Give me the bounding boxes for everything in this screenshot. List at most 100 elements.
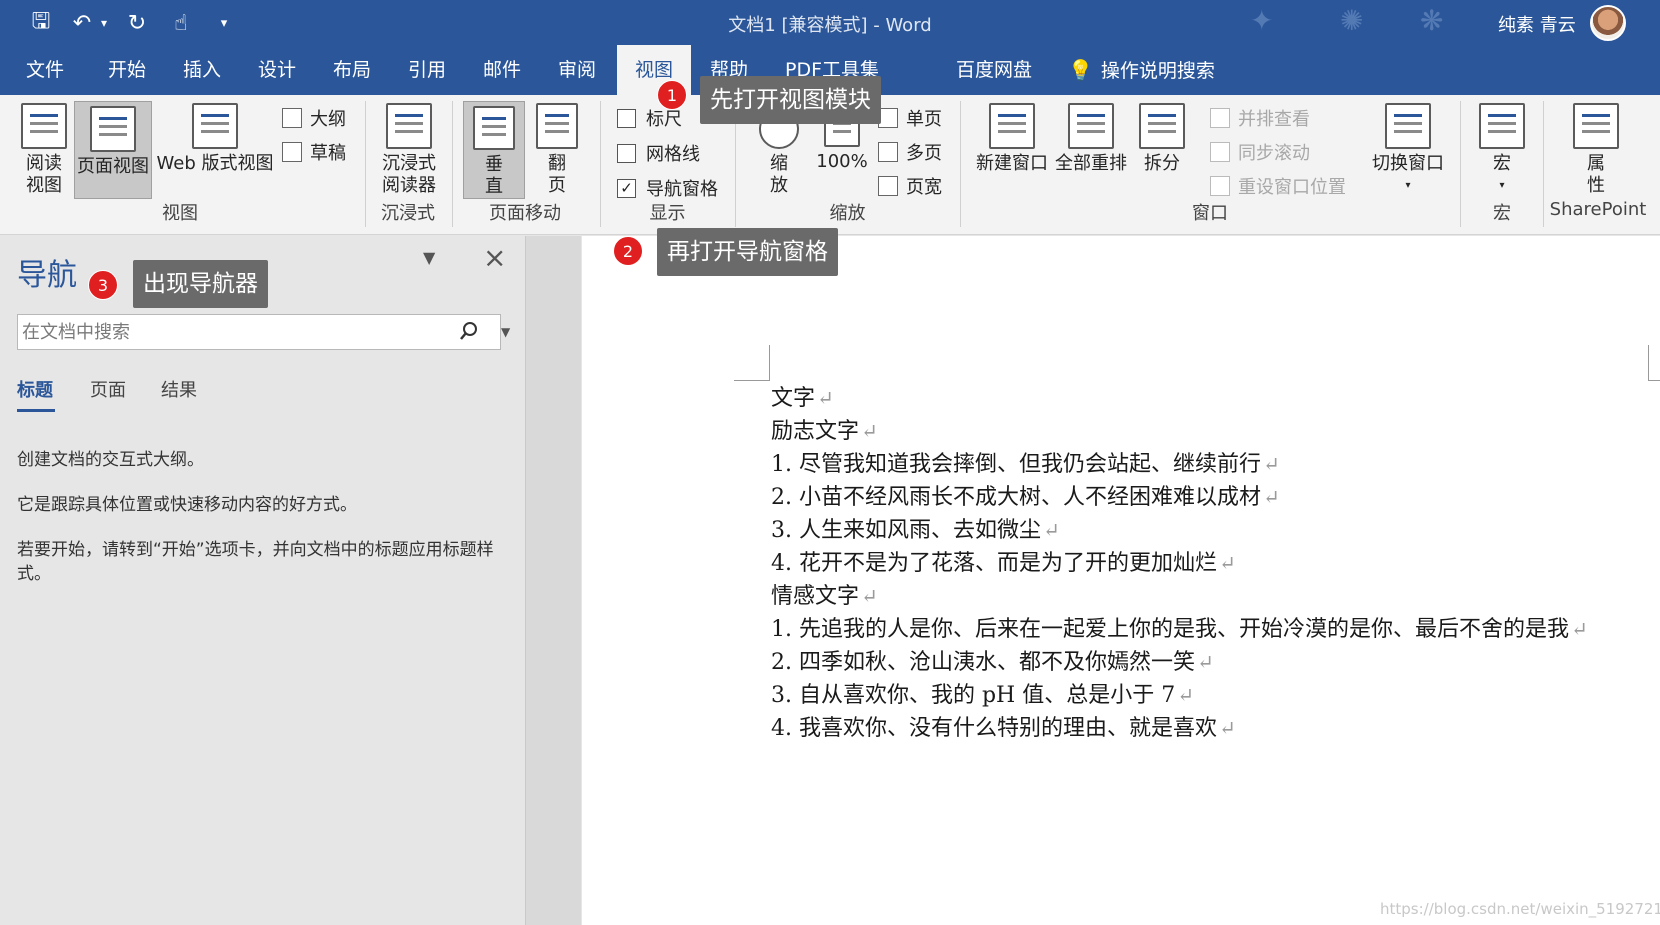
document-paragraph[interactable]: 4. 花开不是为了花落、而是为了开的更加灿烂 ↵ bbox=[771, 547, 1651, 580]
split-label: 拆分 bbox=[1144, 153, 1180, 174]
split-icon bbox=[1139, 103, 1185, 149]
web-layout-icon bbox=[192, 103, 238, 149]
page-width-button[interactable]: 页宽 bbox=[878, 173, 942, 199]
paragraph-text: 1. 先追我的人是你、后来在一起爱上你的是我、开始冷漠的是你、最后不舍的是我 bbox=[771, 617, 1569, 642]
document-paragraph[interactable]: 1. 先追我的人是你、后来在一起爱上你的是我、开始冷漠的是你、最后不舍的是我 ↵ bbox=[771, 613, 1651, 646]
document-paragraph[interactable]: 2. 小苗不经风雨长不成大树、人不经困难难以成材 ↵ bbox=[771, 481, 1651, 514]
switch-windows-button[interactable]: 切换窗口 ▾ bbox=[1365, 103, 1451, 197]
document-paragraph[interactable]: 1. 尽管我知道我会摔倒、但我仍会站起、继续前行 ↵ bbox=[771, 448, 1651, 481]
one-page-button[interactable]: 单页 bbox=[878, 105, 942, 131]
read-mode-label: 阅读 视图 bbox=[26, 153, 62, 196]
help-text-line: 它是跟踪具体位置或快速移动内容的好方式。 bbox=[17, 495, 357, 515]
tab-home[interactable]: 开始 bbox=[90, 45, 164, 95]
switch-windows-icon bbox=[1385, 103, 1431, 149]
sync-scroll-button[interactable]: 同步滚动 bbox=[1210, 139, 1310, 165]
page-width-label: 页宽 bbox=[906, 177, 942, 198]
web-layout-button[interactable]: Web 版式视图 bbox=[155, 103, 275, 175]
outline-button[interactable]: 大纲 bbox=[282, 105, 346, 131]
vertical-button[interactable]: 垂 直 bbox=[463, 101, 525, 199]
tab-results[interactable]: 结果 bbox=[161, 376, 197, 402]
vertical-scroll-icon bbox=[473, 106, 515, 150]
tab-references[interactable]: 引用 bbox=[390, 45, 464, 95]
paragraph-text: 4. 我喜欢你、没有什么特别的理由、就是喜欢 bbox=[771, 716, 1217, 741]
avatar[interactable] bbox=[1590, 5, 1626, 41]
immersive-reader-label: 沉浸式 阅读器 bbox=[382, 153, 436, 196]
document-paragraph[interactable]: 励志文字 ↵ bbox=[771, 415, 1651, 448]
side-to-side-icon bbox=[536, 103, 578, 149]
paragraph-text: 2. 四季如秋、沧山洟水、都不及你嫣然一笑 bbox=[771, 650, 1195, 675]
reset-window-position-icon bbox=[1210, 176, 1230, 196]
tab-baidu-netdisk[interactable]: 百度网盘 bbox=[938, 45, 1050, 95]
new-window-label: 新建窗口 bbox=[976, 153, 1048, 174]
document-search-input[interactable] bbox=[18, 315, 438, 349]
group-label-macros: 宏 bbox=[1493, 203, 1511, 224]
reset-window-position-label: 重设窗口位置 bbox=[1238, 177, 1346, 198]
arrange-all-button[interactable]: 全部重排 bbox=[1052, 103, 1130, 175]
tab-review[interactable]: 审阅 bbox=[540, 45, 614, 95]
web-layout-label: Web 版式视图 bbox=[156, 153, 274, 174]
print-layout-icon bbox=[90, 106, 136, 152]
document-paragraph[interactable]: 3. 人生来如风雨、去如微尘 ↵ bbox=[771, 514, 1651, 547]
new-window-icon bbox=[989, 103, 1035, 149]
tab-layout[interactable]: 布局 bbox=[315, 45, 389, 95]
tab-insert[interactable]: 插入 bbox=[165, 45, 239, 95]
draft-button[interactable]: 草稿 bbox=[282, 139, 346, 165]
print-layout-button[interactable]: 页面视图 bbox=[74, 101, 152, 199]
paragraph-text: 1. 尽管我知道我会摔倒、但我仍会站起、继续前行 bbox=[771, 452, 1261, 477]
multiple-pages-button[interactable]: 多页 bbox=[878, 139, 942, 165]
tell-me-search[interactable]: 💡 操作说明搜索 bbox=[1050, 45, 1233, 95]
pane-options-dropdown[interactable]: ▼ bbox=[423, 248, 435, 267]
group-separator bbox=[1543, 101, 1544, 227]
lightbulb-icon: 💡 bbox=[1068, 58, 1093, 82]
search-options-dropdown[interactable]: ▼ bbox=[501, 319, 510, 345]
title-bar: ✦ ✺ ❋ 🖫 ↶ ▾ ↻ ☝ ▾ 文档1 [兼容模式] - Word 纯素 青… bbox=[0, 0, 1660, 45]
help-text-line: 若要开始，请转到“开始”选项卡，并向文档中的标题应用标题样式。 bbox=[17, 540, 494, 584]
document-body[interactable]: 文字 ↵ 励志文字 ↵ 1. 尽管我知道我会摔倒、但我仍会站起、继续前行 ↵ 2. 小苗不经… bbox=[771, 382, 1651, 745]
document-paragraph[interactable]: 2. 四季如秋、沧山洟水、都不及你嫣然一笑 ↵ bbox=[771, 646, 1651, 679]
pane-divider[interactable] bbox=[525, 236, 581, 925]
macros-button[interactable]: 宏 ▾ bbox=[1474, 103, 1530, 197]
properties-button[interactable]: 属 性 bbox=[1568, 103, 1624, 197]
tab-file[interactable]: 文件 bbox=[8, 45, 82, 95]
outline-icon bbox=[282, 108, 302, 128]
document-paragraph[interactable]: 3. 自从喜欢你、我的 pH 值、总是小于 7 ↵ bbox=[771, 679, 1651, 712]
paragraph-text: 2. 小苗不经风雨长不成大树、人不经困难难以成材 bbox=[771, 485, 1261, 510]
tab-pages[interactable]: 页面 bbox=[90, 376, 126, 402]
page-width-icon bbox=[878, 176, 898, 196]
paragraph-text: 情感文字 bbox=[771, 584, 860, 609]
document-paragraph[interactable]: 情感文字 ↵ bbox=[771, 580, 1651, 613]
read-mode-button[interactable]: 阅读 视图 bbox=[14, 103, 74, 197]
view-side-by-side-button[interactable]: 并排查看 bbox=[1210, 105, 1310, 131]
paragraph-text: 文字 bbox=[771, 386, 816, 411]
group-label-zoom: 缩放 bbox=[829, 203, 866, 224]
tab-mailings[interactable]: 邮件 bbox=[465, 45, 539, 95]
user-name[interactable]: 纯素 青云 bbox=[1498, 11, 1576, 37]
document-paragraph[interactable]: 文字 ↵ bbox=[771, 382, 1651, 415]
gridlines-checkbox-box bbox=[617, 143, 636, 163]
ruler-checkbox-box bbox=[617, 108, 636, 128]
document-paragraph[interactable]: 4. 我喜欢你、没有什么特别的理由、就是喜欢 ↵ bbox=[771, 712, 1651, 745]
reset-window-position-button[interactable]: 重设窗口位置 bbox=[1210, 173, 1346, 199]
side-to-side-button[interactable]: 翻 页 bbox=[530, 103, 584, 197]
paragraph-text: 4. 花开不是为了花落、而是为了开的更加灿烂 bbox=[771, 551, 1217, 576]
multiple-pages-icon bbox=[878, 142, 898, 162]
group-label-views: 视图 bbox=[162, 203, 198, 224]
sync-scroll-label: 同步滚动 bbox=[1238, 143, 1310, 164]
navigation-pane-checkbox[interactable]: ✓ 导航窗格 bbox=[617, 175, 718, 201]
immersive-reader-button[interactable]: 沉浸式 阅读器 bbox=[376, 103, 442, 197]
tab-design[interactable]: 设计 bbox=[240, 45, 314, 95]
split-button[interactable]: 拆分 bbox=[1134, 103, 1190, 175]
navigation-pane-label: 导航窗格 bbox=[646, 179, 718, 200]
one-page-icon bbox=[878, 108, 898, 128]
paragraph-mark-icon: ↵ bbox=[1177, 683, 1194, 707]
gridlines-checkbox[interactable]: 网格线 bbox=[617, 140, 700, 166]
close-icon[interactable]: × bbox=[483, 241, 506, 274]
tab-headings[interactable]: 标题 bbox=[17, 376, 53, 402]
crop-mark bbox=[1648, 345, 1660, 381]
new-window-button[interactable]: 新建窗口 bbox=[973, 103, 1051, 175]
properties-icon bbox=[1573, 103, 1619, 149]
sync-scroll-icon bbox=[1210, 142, 1230, 162]
search-icon[interactable] bbox=[458, 319, 480, 345]
group-separator bbox=[960, 101, 961, 227]
active-tab-indicator bbox=[17, 409, 55, 412]
